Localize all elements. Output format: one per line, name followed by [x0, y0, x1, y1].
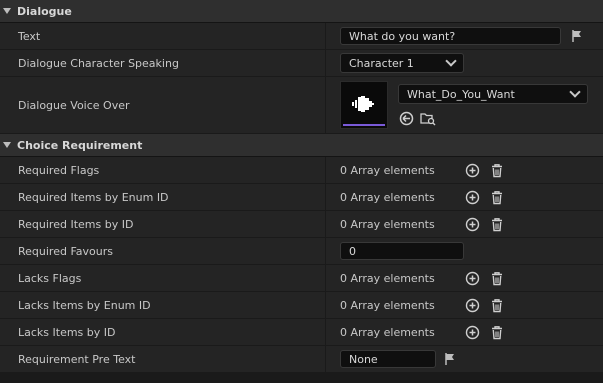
property-row-lacks-items-id: Lacks Items by ID 0 Array elements	[0, 319, 603, 346]
property-row-voice-over: Dialogue Voice Over What_Do_You_Want	[0, 77, 603, 134]
property-value: 0 Array elements	[326, 265, 603, 291]
audio-waveform-icon	[349, 94, 379, 117]
property-row-text: Text What do you want?	[0, 23, 603, 50]
property-value: What_Do_You_Want	[326, 77, 603, 133]
voice-over-selected: What_Do_You_Want	[407, 87, 515, 101]
array-count: 0 Array elements	[340, 271, 435, 285]
array-count: 0 Array elements	[340, 163, 435, 177]
property-value: 0 Array elements	[326, 292, 603, 318]
property-label: Lacks Flags	[0, 265, 326, 291]
property-row-required-flags: Required Flags 0 Array elements	[0, 157, 603, 184]
browse-asset-icon[interactable]	[420, 110, 436, 126]
array-actions	[464, 297, 505, 313]
property-value: Character 1	[326, 50, 603, 76]
asset-actions	[398, 110, 588, 126]
array-count: 0 Array elements	[340, 190, 435, 204]
audio-thumbnail[interactable]	[340, 81, 388, 129]
property-row-speaker: Dialogue Character Speaking Character 1	[0, 50, 603, 77]
property-row-required-items-enum: Required Items by Enum ID 0 Array elemen…	[0, 184, 603, 211]
property-label: Required Items by Enum ID	[0, 184, 326, 210]
add-element-icon[interactable]	[464, 216, 480, 232]
flag-icon[interactable]	[569, 28, 585, 44]
section-title: Dialogue	[17, 4, 72, 18]
property-label: Requirement Pre Text	[0, 346, 326, 372]
collapse-arrow-icon[interactable]	[3, 8, 11, 14]
property-value: 0 Array elements	[326, 184, 603, 210]
speaker-selected: Character 1	[349, 56, 414, 70]
section-dialogue-header[interactable]: Dialogue	[0, 0, 603, 23]
property-label: Lacks Items by ID	[0, 319, 326, 345]
property-value: What do you want?	[326, 23, 603, 49]
property-row-lacks-items-enum: Lacks Items by Enum ID 0 Array elements	[0, 292, 603, 319]
section-choice-requirement-header[interactable]: Choice Requirement	[0, 134, 603, 157]
property-row-lacks-flags: Lacks Flags 0 Array elements	[0, 265, 603, 292]
delete-all-icon[interactable]	[489, 162, 505, 178]
array-count: 0 Array elements	[340, 217, 435, 231]
property-label: Required Favours	[0, 238, 326, 264]
use-selected-asset-icon[interactable]	[398, 110, 414, 126]
add-element-icon[interactable]	[464, 297, 480, 313]
text-input[interactable]: What do you want?	[340, 27, 561, 45]
property-value: None	[326, 346, 603, 372]
property-value: 0 Array elements	[326, 319, 603, 345]
property-value: 0 Array elements	[326, 157, 603, 183]
property-label: Dialogue Voice Over	[0, 77, 326, 133]
property-label: Required Flags	[0, 157, 326, 183]
section-title: Choice Requirement	[17, 138, 143, 152]
property-row-requirement-pre-text: Requirement Pre Text None	[0, 346, 603, 373]
delete-all-icon[interactable]	[489, 324, 505, 340]
chevron-down-icon	[445, 55, 457, 67]
asset-picker: What_Do_You_Want	[398, 84, 588, 126]
delete-all-icon[interactable]	[489, 297, 505, 313]
property-row-required-favours: Required Favours 0	[0, 238, 603, 265]
text-input[interactable]: None	[340, 350, 436, 368]
property-value: 0	[326, 238, 603, 264]
delete-all-icon[interactable]	[489, 189, 505, 205]
number-input[interactable]: 0	[340, 242, 464, 260]
flag-icon[interactable]	[442, 351, 458, 367]
property-row-required-items-id: Required Items by ID 0 Array elements	[0, 211, 603, 238]
array-actions	[464, 324, 505, 340]
voice-over-dropdown[interactable]: What_Do_You_Want	[398, 84, 588, 104]
add-element-icon[interactable]	[464, 324, 480, 340]
array-actions	[464, 270, 505, 286]
add-element-icon[interactable]	[464, 189, 480, 205]
property-label: Text	[0, 23, 326, 49]
property-label: Dialogue Character Speaking	[0, 50, 326, 76]
property-value: 0 Array elements	[326, 211, 603, 237]
collapse-arrow-icon[interactable]	[3, 142, 11, 148]
chevron-down-icon	[569, 86, 581, 98]
delete-all-icon[interactable]	[489, 216, 505, 232]
property-label: Lacks Items by Enum ID	[0, 292, 326, 318]
property-label: Required Items by ID	[0, 211, 326, 237]
array-count: 0 Array elements	[340, 298, 435, 312]
array-actions	[464, 162, 505, 178]
add-element-icon[interactable]	[464, 162, 480, 178]
speaker-dropdown[interactable]: Character 1	[340, 53, 464, 73]
array-actions	[464, 189, 505, 205]
delete-all-icon[interactable]	[489, 270, 505, 286]
add-element-icon[interactable]	[464, 270, 480, 286]
asset-type-bar	[343, 124, 385, 126]
array-count: 0 Array elements	[340, 325, 435, 339]
array-actions	[464, 216, 505, 232]
